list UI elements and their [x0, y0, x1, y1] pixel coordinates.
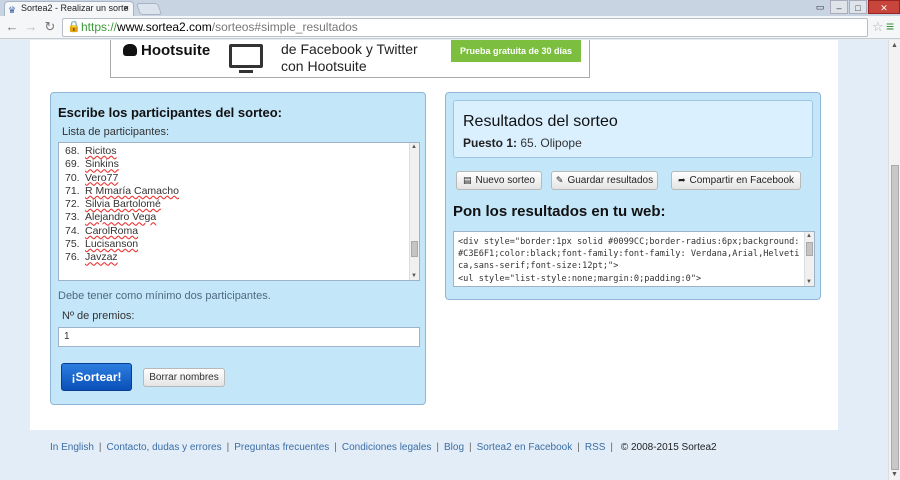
position-label: Puesto 1:: [463, 136, 518, 150]
site-footer: In English | Contacto, dudas y errores | Pre…: [30, 433, 838, 463]
code-scroll-up-icon[interactable]: ▲: [806, 233, 812, 239]
user-icon[interactable]: ▭: [812, 0, 828, 14]
participants-textarea[interactable]: 68. Ricitos 69. Sinkins 70. Vero77 71. R Mmaría…: [58, 142, 420, 281]
scroll-up-icon[interactable]: ▲: [411, 144, 417, 150]
footer-separator: |: [610, 442, 614, 453]
close-window-button[interactable]: ✕: [868, 0, 900, 14]
hootsuite-logo: Hootsuite: [123, 42, 210, 59]
winner-value: 65. Olipope: [520, 136, 582, 150]
bookmark-star-icon[interactable]: ☆: [872, 19, 884, 35]
save-results-button[interactable]: ✎ Guardar resultados: [551, 171, 658, 190]
participant-item: 70. Vero77: [65, 171, 119, 184]
copyright: © 2008-2015 Sortea2: [620, 442, 717, 453]
browser-menu-icon[interactable]: ≡: [886, 18, 894, 34]
participant-item: 72. Silvia Bartolomé: [65, 198, 161, 211]
lock-icon: 🔒: [67, 21, 81, 33]
footer-separator: |: [577, 442, 580, 453]
page-scroll-down-icon[interactable]: ▼: [891, 471, 898, 478]
results-panel: Resultados del sorteo Puesto 1: 65. Olip…: [445, 92, 821, 300]
sortea2-favicon-icon: ♛: [8, 5, 17, 15]
page-viewport: Hootsuite de Facebook y Twitter con Hoot…: [0, 40, 888, 480]
page-scroll-thumb[interactable]: [891, 165, 899, 470]
clear-names-button[interactable]: Borrar nombres: [143, 368, 225, 387]
footer-links: In English | Contacto, dudas y errores | Pre…: [50, 442, 618, 453]
embed-code-textarea[interactable]: <div style="border:1px solid #0099CC;bor…: [453, 231, 815, 287]
ad-text: de Facebook y Twitter con Hootsuite: [281, 41, 418, 74]
main-content: Hootsuite de Facebook y Twitter con Hoot…: [30, 40, 838, 430]
forward-arrow-icon[interactable]: →: [23, 19, 39, 35]
footer-separator: |: [436, 442, 439, 453]
share-facebook-button[interactable]: ➦ Compartir en Facebook: [671, 171, 801, 190]
participant-item: 69. Sinkins: [65, 158, 119, 171]
page-scrollbar[interactable]: ▲ ▼: [888, 40, 900, 480]
url-host: www.sortea2.com: [117, 20, 212, 34]
footer-link[interactable]: In English: [50, 442, 94, 453]
participant-item: 75. Lucisanson: [65, 238, 139, 251]
browser-tab[interactable]: ♛ Sortea2 - Realizar un sorte ×: [4, 1, 134, 16]
participants-list: 68. Ricitos 69. Sinkins 70. Vero77 71. R Mmaría…: [59, 143, 419, 265]
embed-title: Pon los resultados en tu web:: [453, 203, 666, 220]
footer-separator: |: [226, 442, 230, 453]
textarea-scrollbar[interactable]: ▲ ▼: [409, 143, 419, 280]
participants-list-label: Lista de participantes:: [62, 126, 170, 138]
owl-icon: [123, 44, 137, 56]
reload-icon[interactable]: ↻: [42, 19, 58, 35]
minimize-button[interactable]: –: [830, 0, 848, 14]
back-arrow-icon[interactable]: ←: [4, 19, 20, 35]
monitor-stand: [239, 70, 253, 73]
participant-item: 71. R Mmaría Camacho: [65, 184, 179, 197]
tab-close-icon[interactable]: ×: [124, 2, 129, 15]
footer-link[interactable]: Sortea2 en Facebook: [477, 442, 573, 453]
participant-item: 74. CarolRoma: [65, 224, 139, 237]
code-scroll-thumb[interactable]: [806, 242, 813, 256]
url-scheme: https://: [81, 20, 118, 34]
new-draw-button[interactable]: ▤ Nuevo sorteo: [456, 171, 542, 190]
address-bar[interactable]: 🔒 https://www.sortea2.com/sorteos#simple…: [62, 18, 868, 37]
code-scrollbar[interactable]: ▲ ▼: [804, 232, 814, 286]
browser-toolbar: ← → ↻ 🔒 https://www.sortea2.com/sorteos#…: [0, 16, 900, 39]
url-path: /sorteos#simple_resultados: [211, 20, 358, 34]
participants-panel: Escribe los participantes del sorteo: Li…: [50, 92, 426, 405]
participant-item: 68. Ricitos: [65, 145, 117, 157]
footer-link[interactable]: RSS: [585, 442, 606, 453]
winner-line: Puesto 1: 65. Olipope: [463, 136, 582, 150]
prizes-input[interactable]: 1: [58, 327, 420, 347]
new-tab-button[interactable]: [135, 3, 163, 15]
participant-item: 73. Alejandro Vega: [65, 211, 157, 224]
scroll-down-icon[interactable]: ▼: [411, 273, 417, 279]
footer-separator: |: [469, 442, 472, 453]
participants-hint: Debe tener como mínimo dos participantes…: [58, 290, 271, 302]
footer-link[interactable]: Contacto, dudas y errores: [107, 442, 222, 453]
footer-link[interactable]: Condiciones legales: [342, 442, 432, 453]
participants-title: Escribe los participantes del sorteo:: [58, 105, 282, 120]
participant-item: 76. Javzaz: [65, 251, 118, 264]
prizes-label: Nº de premios:: [62, 310, 135, 322]
maximize-button[interactable]: □: [849, 0, 867, 14]
footer-separator: |: [334, 442, 337, 453]
document-icon: ▤: [463, 175, 472, 185]
results-title: Resultados del sorteo: [463, 113, 618, 130]
browser-tab-bar: ♛ Sortea2 - Realizar un sorte × ▭ – □ ✕: [0, 0, 900, 16]
share-arrow-icon: ➦: [677, 175, 686, 185]
tab-title: Sortea2 - Realizar un sorte: [21, 3, 129, 13]
textarea-scroll-thumb[interactable]: [411, 241, 418, 257]
edit-icon: ✎: [555, 175, 564, 185]
page-scroll-up-icon[interactable]: ▲: [891, 42, 898, 49]
hootsuite-ad-banner[interactable]: Hootsuite de Facebook y Twitter con Hoot…: [110, 40, 590, 78]
footer-separator: |: [98, 442, 102, 453]
results-box: Resultados del sorteo Puesto 1: 65. Olip…: [453, 100, 813, 158]
embed-code: <div style="border:1px solid #0099CC;bor…: [458, 237, 800, 284]
monitor-icon: [229, 44, 263, 68]
ad-cta-button[interactable]: Prueba gratuita de 30 días: [451, 40, 581, 62]
code-scroll-down-icon[interactable]: ▼: [806, 279, 812, 285]
draw-button[interactable]: ¡Sortear!: [61, 363, 132, 391]
footer-link[interactable]: Blog: [444, 442, 464, 453]
footer-link[interactable]: Preguntas frecuentes: [234, 442, 329, 453]
